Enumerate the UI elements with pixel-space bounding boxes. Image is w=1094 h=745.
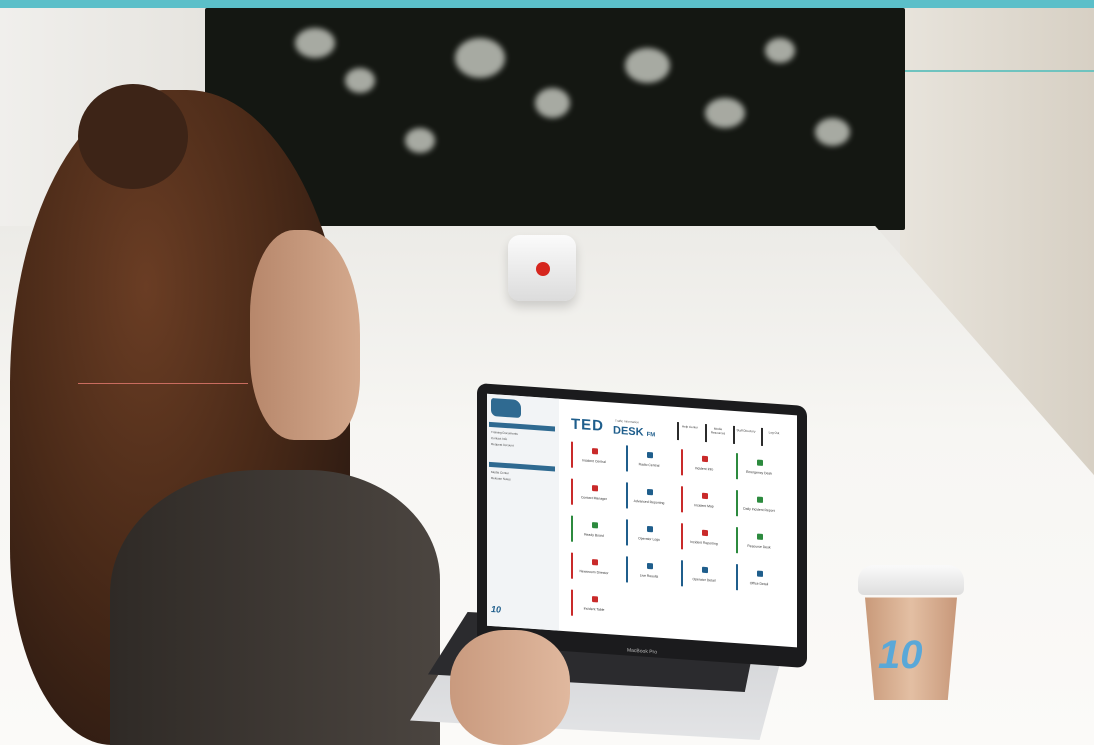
tile-label: Contact Manager <box>580 495 607 502</box>
tile-icon <box>757 459 763 466</box>
app-sidebar: Quick Links Training Documents Contact I… <box>487 393 559 631</box>
person-shoulder <box>110 470 440 745</box>
bokeh-light <box>625 48 670 83</box>
tile-label: Resource Desk <box>747 543 771 550</box>
bokeh-light <box>535 88 570 118</box>
us-map-icon <box>491 397 521 419</box>
tile-label: Incident Table <box>583 606 605 612</box>
app-tile[interactable]: Daily Incident Report <box>736 490 780 520</box>
app-tile[interactable]: Emergency Desk <box>736 453 780 483</box>
wall-monitor <box>205 8 905 230</box>
bokeh-light <box>455 38 505 78</box>
laptop-screen: Quick Links Training Documents Contact I… <box>487 393 797 648</box>
app-tile[interactable]: Newsroom Director <box>571 552 615 582</box>
cup-logo: 10 <box>878 633 923 677</box>
app-tile[interactable]: Incident Table <box>571 589 615 619</box>
header-button-media[interactable]: Media Resources <box>705 423 729 444</box>
conference-device <box>508 235 576 301</box>
footer-logo: 10 <box>491 603 502 615</box>
tile-label: Radio Central <box>638 462 660 468</box>
app-logo: TED <box>571 415 604 435</box>
tile-label: Daily Incident Report <box>743 506 775 513</box>
tile-icon <box>702 529 708 537</box>
tile-label: Incident Info <box>694 466 714 472</box>
tile-icon <box>592 559 598 566</box>
app-tile[interactable]: Office Detail <box>736 564 780 594</box>
tile-label: Incident Map <box>694 503 714 509</box>
tile-icon <box>647 562 653 570</box>
app-tile[interactable]: Radio Central <box>626 445 670 475</box>
tile-icon <box>647 451 653 459</box>
tile-label: Newsroom Director <box>579 569 609 576</box>
tile-icon <box>592 485 598 492</box>
bokeh-light <box>345 68 375 93</box>
hair-bun <box>78 84 188 189</box>
bokeh-light <box>765 38 795 63</box>
top-accent-bar <box>0 0 1094 8</box>
app-tile[interactable]: Operator Detail <box>681 560 725 590</box>
record-indicator-icon <box>536 262 550 276</box>
app-tile[interactable]: Incident Reporting <box>681 523 725 553</box>
tile-icon <box>757 533 763 540</box>
bokeh-light <box>405 128 435 153</box>
bokeh-light <box>815 118 850 146</box>
app-tile[interactable]: Operator Logs <box>626 519 670 549</box>
app-tile[interactable]: Advanced Reporting <box>626 482 670 512</box>
tile-icon <box>702 455 708 463</box>
tile-icon <box>647 488 653 496</box>
header-button-help[interactable]: Help Center <box>677 421 701 442</box>
tile-icon <box>757 496 763 503</box>
tile-icon <box>757 570 763 577</box>
tile-label: Incident Reporting <box>690 539 718 546</box>
tile-label: Advanced Reporting <box>633 498 665 506</box>
app-tile[interactable]: Resource Desk <box>736 527 780 557</box>
tile-icon <box>592 596 598 603</box>
laptop-lid: Quick Links Training Documents Contact I… <box>477 383 807 669</box>
tile-icon <box>592 522 598 529</box>
tile-icon <box>592 448 598 455</box>
tile-label: Operator Detail <box>692 577 716 583</box>
cup-lid <box>858 565 964 595</box>
header-button-logout[interactable]: Log Out <box>761 427 785 448</box>
sidebar-item[interactable]: Release Notes <box>491 476 511 481</box>
sidebar-item[interactable]: Request Account <box>491 442 514 448</box>
tile-label: Incident Central <box>582 458 606 465</box>
bokeh-light <box>295 28 335 58</box>
tile-icon <box>702 492 708 500</box>
app-tile[interactable]: Incident Map <box>681 486 725 516</box>
person-hand <box>450 630 570 745</box>
tile-label: Operator Logs <box>638 536 660 542</box>
app-tile[interactable]: Contact Manager <box>571 478 615 508</box>
teal-accent-line <box>900 70 1094 72</box>
tile-icon <box>702 566 708 574</box>
bokeh-light <box>705 98 745 128</box>
sidebar-item[interactable]: Contact Info <box>491 436 507 441</box>
tile-icon <box>647 525 653 533</box>
app-tile[interactable]: Incident Info <box>681 449 725 479</box>
app-logo-desk: DESK FM <box>613 424 656 439</box>
person-face <box>250 230 360 440</box>
tile-label: Ready Board <box>584 532 604 538</box>
app-tile[interactable]: Live Results <box>626 556 670 586</box>
red-accent-line <box>78 383 248 384</box>
app-logo-subtitle: Traffic Information <box>615 418 640 425</box>
app-tile[interactable]: Incident Central <box>571 441 615 471</box>
header-button-staff[interactable]: Staff Directory <box>733 425 757 446</box>
app-tile[interactable]: Ready Board <box>571 515 615 545</box>
tile-label: Office Detail <box>749 581 769 587</box>
tile-label: Live Results <box>639 573 659 579</box>
tile-label: Emergency Desk <box>746 469 772 476</box>
